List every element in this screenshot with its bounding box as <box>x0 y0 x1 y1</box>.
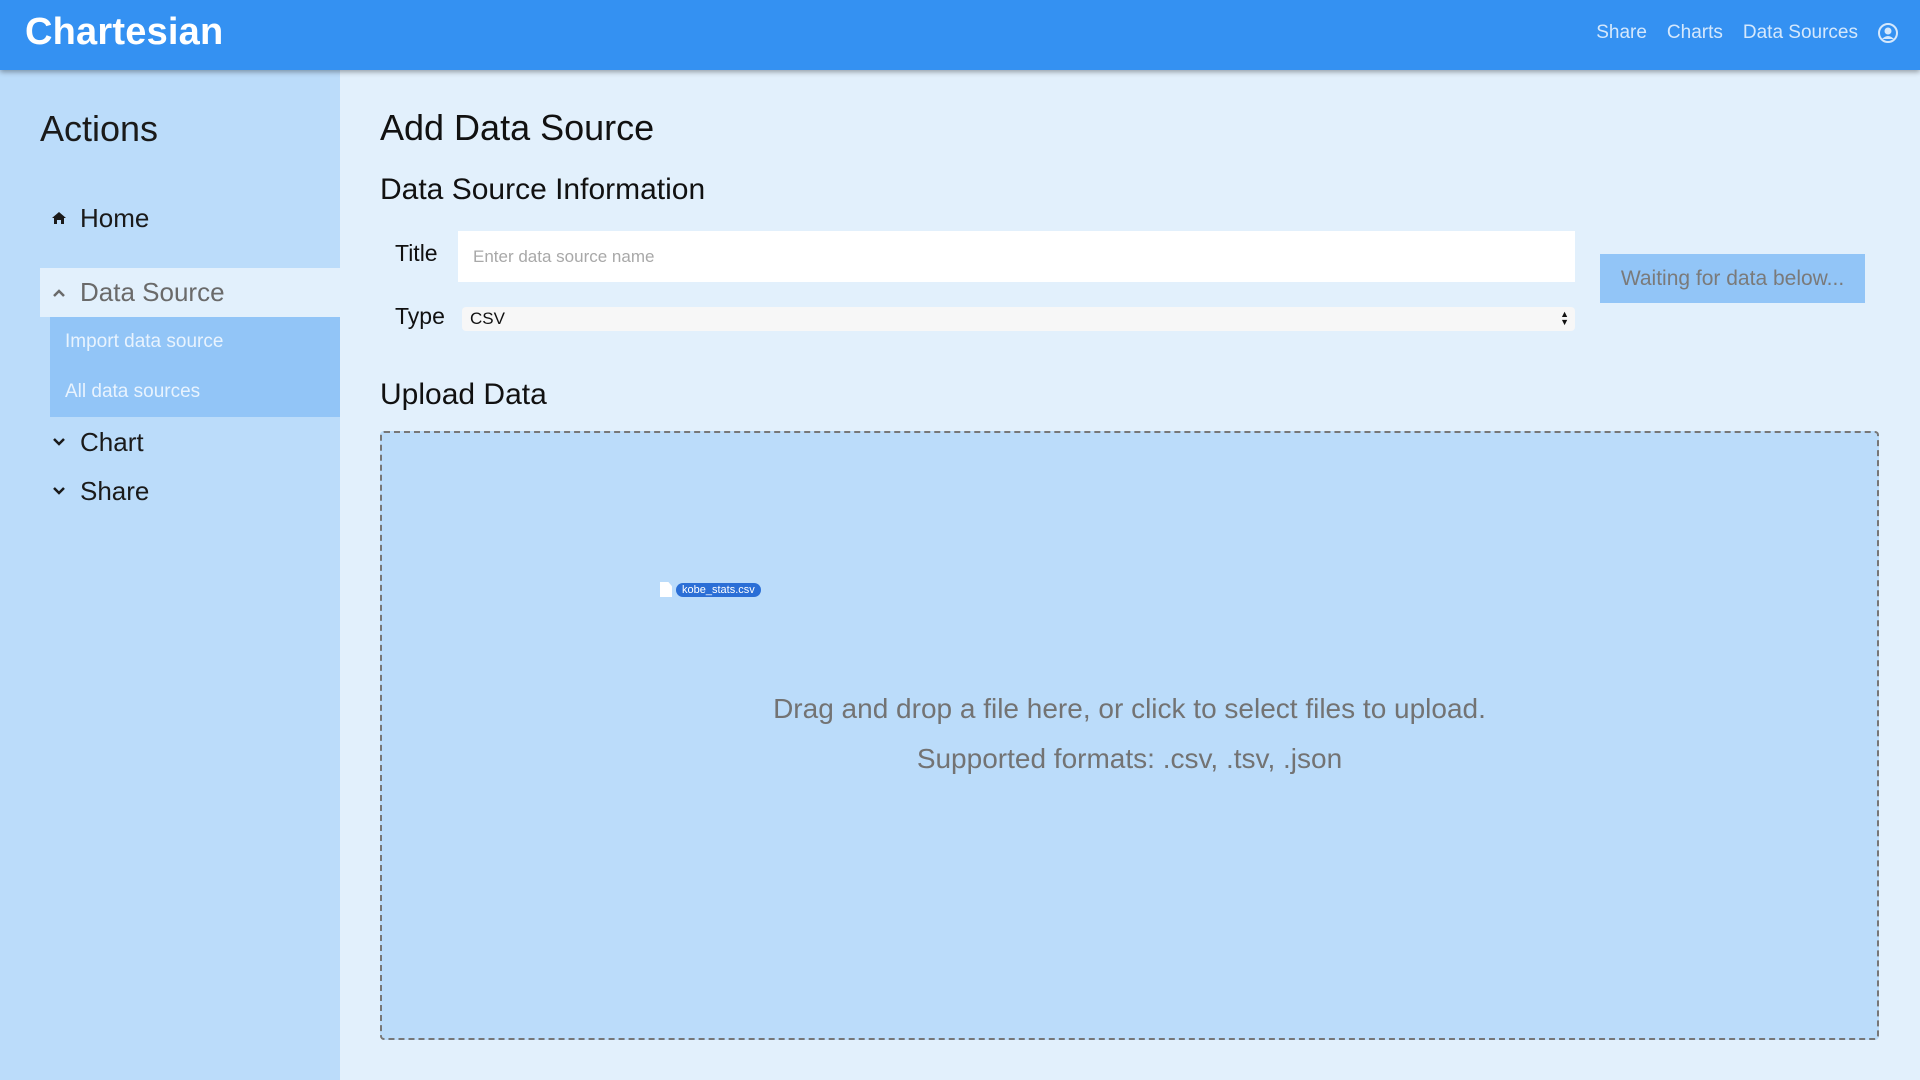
top-navbar: Chartesian Share Charts Data Sources <box>0 0 1920 70</box>
sidebar-item-home[interactable]: Home <box>40 198 340 238</box>
nav-share[interactable]: Share <box>1596 22 1647 44</box>
file-dropzone[interactable]: Drag and drop a file here, or click to s… <box>380 431 1879 1040</box>
submenu-all-data-sources[interactable]: All data sources <box>50 367 340 417</box>
home-icon <box>50 211 68 225</box>
file-icon <box>660 582 672 597</box>
type-select[interactable]: CSV ▲ ▼ <box>462 307 1575 331</box>
sidebar-item-chart[interactable]: Chart <box>40 422 340 462</box>
user-circle-icon[interactable] <box>1878 23 1898 43</box>
nav-charts[interactable]: Charts <box>1667 22 1723 44</box>
nav-data-sources[interactable]: Data Sources <box>1743 22 1858 44</box>
sidebar-item-label: Share <box>80 475 150 506</box>
sidebar: Actions Home Data Source Import data sou… <box>0 70 340 1080</box>
chevron-down-icon <box>50 486 68 496</box>
section-heading-info: Data Source Information <box>380 173 706 206</box>
sidebar-title: Actions <box>40 108 159 149</box>
main-content: Add Data Source Data Source Information … <box>340 70 1920 1080</box>
submit-button[interactable]: Waiting for data below... <box>1600 254 1865 303</box>
data-source-submenu: Import data source All data sources <box>50 317 340 417</box>
sidebar-item-label: Data Source <box>80 277 225 307</box>
sidebar-item-label: Home <box>80 202 150 233</box>
dragged-file[interactable]: kobe_stats.csv <box>660 582 761 597</box>
top-nav: Share Charts Data Sources <box>1596 22 1898 44</box>
sidebar-item-label: Chart <box>80 426 144 457</box>
dropzone-formats: Supported formats: .csv, .tsv, .json <box>916 743 1343 774</box>
section-heading-upload: Upload Data <box>380 378 547 411</box>
dragged-file-name: kobe_stats.csv <box>676 582 761 597</box>
brand-logo[interactable]: Chartesian <box>25 11 223 54</box>
sidebar-item-data-source[interactable]: Data Source <box>40 268 340 317</box>
dropzone-instructions: Drag and drop a file here, or click to s… <box>773 693 1486 724</box>
title-label: Title <box>395 240 438 266</box>
type-label: Type <box>395 303 445 329</box>
chevron-down-icon <box>50 437 68 447</box>
title-input[interactable] <box>458 231 1575 282</box>
page-title: Add Data Source <box>380 107 655 148</box>
type-select-value: CSV <box>470 309 505 328</box>
sidebar-item-share[interactable]: Share <box>40 471 340 511</box>
submenu-import-data-source[interactable]: Import data source <box>50 317 340 367</box>
chevron-up-icon <box>50 288 68 298</box>
select-arrows-icon: ▲ ▼ <box>1560 309 1569 327</box>
